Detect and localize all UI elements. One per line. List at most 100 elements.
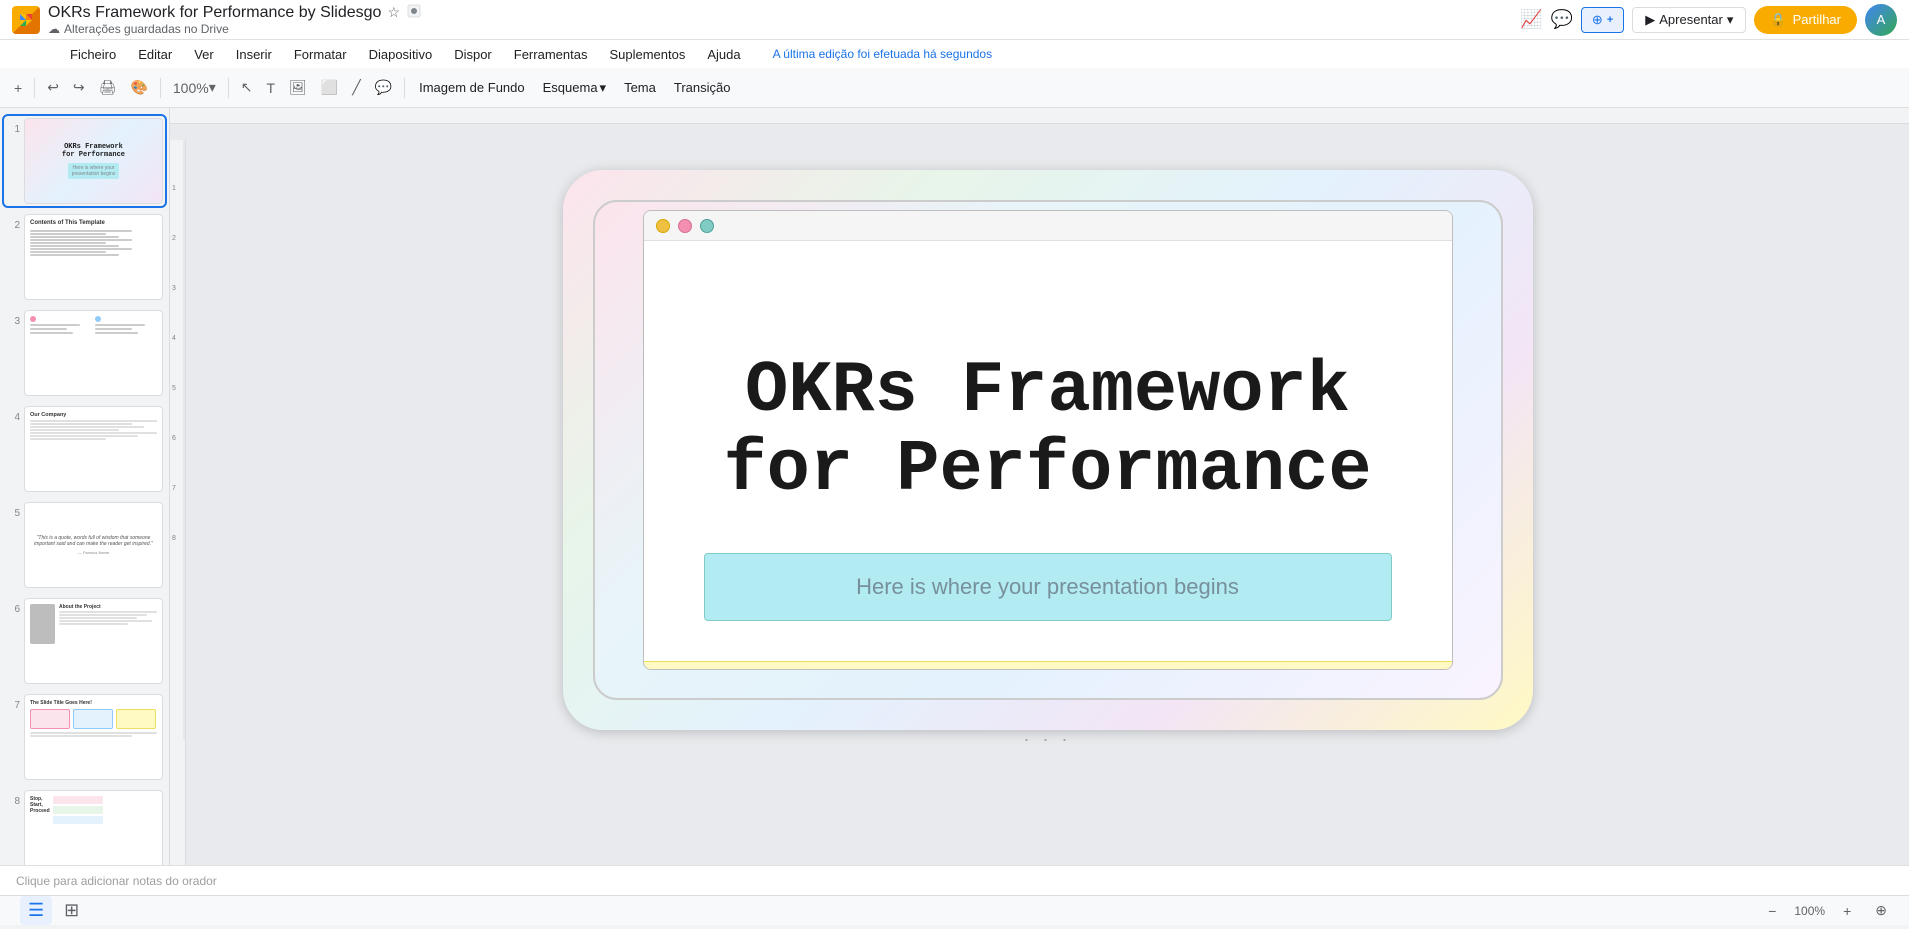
- line-button[interactable]: ╱: [346, 75, 366, 100]
- image-button[interactable]: 🖼: [283, 75, 313, 100]
- user-avatar[interactable]: A: [1865, 4, 1897, 36]
- menu-editar[interactable]: Editar: [128, 45, 182, 64]
- slide-preview-4: Our Company: [24, 406, 163, 492]
- menu-dispor[interactable]: Dispor: [444, 45, 502, 64]
- svg-text:2: 2: [172, 235, 176, 242]
- slide-thumb-5[interactable]: 5 "This is a quote, words full of wisdom…: [4, 500, 165, 590]
- app-logo[interactable]: [12, 6, 40, 34]
- add-slide-button[interactable]: ⊕ +: [1581, 7, 1624, 33]
- slide-main-title[interactable]: OKRs Framework for Performance: [664, 352, 1432, 510]
- last-edit-text: A última edição foi efetuada há segundos: [773, 47, 1829, 61]
- menu-ficheiro[interactable]: Ficheiro: [60, 45, 126, 64]
- toolbar-sep-3: [228, 78, 229, 98]
- menu-inserir[interactable]: Inserir: [226, 45, 282, 64]
- slide-num-5: 5: [6, 502, 20, 519]
- menu-suplementos[interactable]: Suplementos: [599, 45, 695, 64]
- slide-thumb-2[interactable]: 2 Contents of This Template: [4, 212, 165, 302]
- cloud-icon: ☁: [48, 22, 60, 36]
- toolbar: + ↩ ↪ 🖨 🎨 100% ▾ ↖ T 🖼 ⬜ ╱ 💬 Imagem de F…: [0, 68, 1909, 108]
- top-right-actions: 📈 💬 ⊕ + ▶ Apresentar ▾ 🔒 Partilhar A: [1520, 4, 1897, 36]
- browser-content: OKRs Framework for Performance Here is w…: [644, 241, 1452, 661]
- scheme-arrow-icon: ▾: [600, 80, 607, 96]
- paint-format-button[interactable]: 🎨: [124, 75, 153, 100]
- add-slide-icon: ⊕: [1592, 12, 1603, 28]
- slide-num-3: 3: [6, 310, 20, 327]
- print-button[interactable]: 🖨: [93, 75, 123, 100]
- notes-area[interactable]: Clique para adicionar notas do orador: [0, 865, 1909, 895]
- bg-label[interactable]: Imagem de Fundo: [411, 76, 533, 99]
- menu-ajuda[interactable]: Ajuda: [697, 45, 750, 64]
- browser-titlebar: [644, 211, 1452, 241]
- slide-preview-2: Contents of This Template: [24, 214, 163, 300]
- canvas-area: -1 0 1 2 3 4 5 6 7 8 9 1: [170, 108, 1909, 865]
- bottom-right-actions: − 100% + ⊕: [1762, 898, 1893, 923]
- slides-panel: 1 OKRs Frameworkfor Performance Here is …: [0, 108, 170, 865]
- browser-window[interactable]: OKRs Framework for Performance Here is w…: [643, 210, 1453, 670]
- slide-num-6: 6: [6, 598, 20, 615]
- transition-label[interactable]: Transição: [666, 76, 739, 99]
- theme-label[interactable]: Tema: [616, 76, 664, 99]
- slide-preview-3: [24, 310, 163, 396]
- undo-button[interactable]: ↩: [41, 75, 65, 100]
- slide-num-2: 2: [6, 214, 20, 231]
- slide-preview-5: "This is a quote, words full of wisdom t…: [24, 502, 163, 588]
- menu-formatar[interactable]: Formatar: [284, 45, 357, 64]
- comment-toolbar-button[interactable]: 💬: [369, 75, 398, 100]
- zoom-value: 100%: [173, 80, 209, 96]
- svg-text:5: 5: [172, 385, 176, 392]
- drive-icon[interactable]: [406, 3, 422, 22]
- list-view-button[interactable]: ☰: [20, 896, 52, 925]
- cursor-button[interactable]: ↖: [235, 75, 259, 100]
- grid-view-button[interactable]: ⊞: [56, 896, 87, 925]
- add-slide-label: +: [1607, 14, 1613, 26]
- slide-thumb-6[interactable]: 6 About the Project: [4, 596, 165, 686]
- slide-thumb-3[interactable]: 3: [4, 308, 165, 398]
- menu-bar: Ficheiro Editar Ver Inserir Formatar Dia…: [0, 40, 1909, 68]
- text-button[interactable]: T: [260, 76, 281, 100]
- redo-button[interactable]: ↪: [67, 75, 91, 100]
- svg-text:4: 4: [172, 335, 176, 342]
- zoom-level-display: 100%: [1794, 904, 1825, 918]
- slide-thumb-1[interactable]: 1 OKRs Frameworkfor Performance Here is …: [4, 116, 165, 206]
- doc-title[interactable]: OKRs Framework for Performance by Slides…: [48, 4, 381, 22]
- scheme-label[interactable]: Esquema ▾: [535, 76, 614, 100]
- star-icon[interactable]: ☆: [387, 4, 400, 21]
- zoom-arrow-icon: ▾: [209, 79, 216, 96]
- present-button[interactable]: ▶ Apresentar ▾: [1632, 7, 1746, 33]
- cloud-status-text: Alterações guardadas no Drive: [64, 22, 229, 36]
- menu-diapositivo[interactable]: Diapositivo: [359, 45, 443, 64]
- menu-ferramentas[interactable]: Ferramentas: [504, 45, 598, 64]
- comment-icon-top[interactable]: 💬: [1551, 9, 1573, 30]
- avatar-letter: A: [1877, 12, 1886, 27]
- view-buttons: ☰ ⊞: [16, 892, 91, 929]
- doc-title-row: OKRs Framework for Performance by Slides…: [48, 3, 1512, 22]
- slide-preview-6: About the Project: [24, 598, 163, 684]
- slide-preview-8: Stop,Start,Proceed: [24, 790, 163, 865]
- ruler-horizontal: -1 0 1 2 3 4 5 6 7 8 9: [170, 108, 1909, 124]
- shape-button[interactable]: ⬜: [315, 75, 344, 100]
- slide-num-8: 8: [6, 790, 20, 807]
- trend-icon[interactable]: 📈: [1520, 9, 1542, 30]
- present-label: Apresentar: [1659, 12, 1723, 27]
- browser-dot-pink: [678, 219, 692, 233]
- zoom-in-button[interactable]: +: [1837, 899, 1857, 923]
- toolbar-sep-1: [34, 78, 35, 98]
- slide-thumb-8[interactable]: 8 Stop,Start,Proceed: [4, 788, 165, 865]
- notes-placeholder: Clique para adicionar notas do orador: [16, 874, 217, 888]
- share-label: Partilhar: [1793, 12, 1841, 27]
- add-toolbar-button[interactable]: +: [8, 76, 28, 100]
- main-area: 1 OKRs Frameworkfor Performance Here is …: [0, 108, 1909, 865]
- fit-screen-button[interactable]: ⊕: [1869, 898, 1893, 923]
- zoom-out-button[interactable]: −: [1762, 899, 1782, 923]
- menu-ver[interactable]: Ver: [184, 45, 224, 64]
- slide-num-1: 1: [6, 118, 20, 135]
- slide-thumb-4[interactable]: 4 Our Company: [4, 404, 165, 494]
- zoom-button[interactable]: 100% ▾: [167, 75, 222, 100]
- share-button[interactable]: 🔒 Partilhar: [1754, 6, 1857, 34]
- slide-canvas[interactable]: OKRs Framework for Performance Here is w…: [563, 170, 1533, 730]
- canvas-scroll[interactable]: OKRs Framework for Performance Here is w…: [186, 140, 1909, 865]
- subtitle-box[interactable]: Here is where your presentation begins: [704, 553, 1392, 621]
- svg-text:6: 6: [172, 435, 176, 442]
- slide-thumb-7[interactable]: 7 The Slide Title Goes Here!: [4, 692, 165, 782]
- slide-preview-7: The Slide Title Goes Here!: [24, 694, 163, 780]
